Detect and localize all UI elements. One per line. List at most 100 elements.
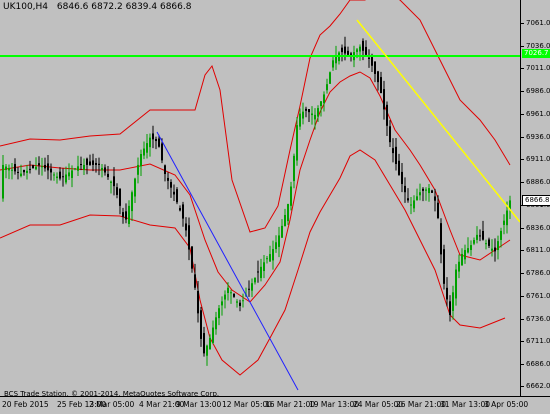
candle-body bbox=[257, 271, 259, 273]
candle-body bbox=[86, 158, 88, 165]
price-tick-label: 6786.0 bbox=[526, 269, 550, 278]
candle-body bbox=[131, 192, 133, 212]
candle-body bbox=[434, 196, 436, 201]
candle-body bbox=[293, 155, 295, 182]
candle-body bbox=[263, 262, 265, 272]
candle-body bbox=[392, 148, 394, 154]
candle-body bbox=[38, 163, 40, 166]
candle-body bbox=[47, 163, 49, 171]
candle-body bbox=[332, 60, 334, 68]
price-tick-label: 7011.0 bbox=[526, 64, 550, 73]
candle-body bbox=[347, 50, 349, 55]
candle-body bbox=[221, 301, 223, 306]
candle-body bbox=[11, 169, 13, 171]
candle-body bbox=[398, 160, 400, 175]
candle-body bbox=[23, 169, 25, 173]
candle-body bbox=[233, 293, 235, 297]
price-tick-label: 6961.0 bbox=[526, 109, 550, 118]
candle-body bbox=[41, 166, 43, 168]
candle-body bbox=[428, 188, 430, 194]
candle-body bbox=[137, 164, 139, 175]
candle-body bbox=[248, 288, 250, 290]
candle-body bbox=[227, 287, 229, 293]
candle-body bbox=[200, 310, 202, 339]
candle-body bbox=[401, 171, 403, 185]
candle-body bbox=[224, 294, 226, 300]
candle-body bbox=[344, 46, 346, 54]
candle-body bbox=[203, 333, 205, 354]
symbol-label: UK100,H4 bbox=[3, 2, 49, 12]
candle-body bbox=[242, 300, 244, 302]
candle-body bbox=[185, 223, 187, 231]
candle-body bbox=[170, 182, 172, 188]
chart-window[interactable]: UK100,H4 6846.6 6872.2 6839.4 6866.8 706… bbox=[0, 0, 550, 414]
candle-body bbox=[8, 168, 10, 171]
candle-body bbox=[5, 166, 7, 170]
candle-body bbox=[290, 186, 292, 206]
candle-body bbox=[314, 114, 316, 120]
candle-body bbox=[350, 53, 352, 55]
candle-body bbox=[302, 111, 304, 119]
price-tick-mark bbox=[521, 273, 524, 275]
candle-body bbox=[395, 146, 397, 165]
candle-body bbox=[134, 178, 136, 197]
candle-body bbox=[146, 143, 148, 153]
time-tick-label: 2 Mar 05:00 bbox=[89, 400, 135, 409]
candle-body bbox=[323, 94, 325, 104]
candle-body bbox=[230, 292, 232, 294]
candle-body bbox=[251, 283, 253, 291]
candle-body bbox=[50, 168, 52, 173]
candle-body bbox=[359, 46, 361, 52]
candle-body bbox=[377, 71, 379, 83]
candle-body bbox=[488, 239, 490, 246]
candle-body bbox=[476, 234, 478, 240]
candle-body bbox=[92, 160, 94, 165]
trendline-blue[interactable] bbox=[156, 131, 299, 391]
candle-body bbox=[416, 196, 418, 201]
candle-body bbox=[380, 77, 382, 94]
price-plot[interactable] bbox=[0, 0, 520, 396]
candle-body bbox=[80, 164, 82, 166]
candle-body bbox=[167, 177, 169, 181]
candle-body bbox=[35, 166, 37, 170]
candle-body bbox=[2, 164, 4, 199]
candle-body bbox=[497, 241, 499, 251]
price-tick-label: 6761.0 bbox=[526, 291, 550, 300]
candle-body bbox=[437, 202, 439, 218]
candle-body bbox=[317, 108, 319, 117]
trendline-yellow[interactable] bbox=[356, 19, 520, 223]
candle-body bbox=[236, 301, 238, 303]
candle-body bbox=[143, 148, 145, 156]
price-tick-label: 6836.0 bbox=[526, 223, 550, 232]
candle-body bbox=[470, 245, 472, 251]
candle-body bbox=[491, 248, 493, 251]
price-axis[interactable]: 7061.0 7036.0 7011.0 6986.0 6961.0 6936.0 6911… bbox=[520, 0, 550, 396]
candle-body bbox=[65, 174, 67, 183]
candle-body bbox=[164, 165, 166, 175]
candle-body bbox=[365, 46, 367, 55]
candle-body bbox=[446, 287, 448, 300]
candle-body bbox=[191, 246, 193, 269]
candle-body bbox=[125, 211, 127, 220]
candle-body bbox=[284, 214, 286, 227]
candle-body bbox=[452, 292, 454, 311]
candle-body bbox=[308, 109, 310, 113]
candle-body bbox=[83, 164, 85, 171]
candle-body bbox=[296, 125, 298, 161]
time-tick-label: 31 Mar 13:00 bbox=[440, 400, 491, 409]
price-tick-mark bbox=[521, 23, 524, 24]
price-tick-label: 6686.0 bbox=[526, 360, 550, 369]
candle-body bbox=[500, 230, 502, 240]
candle-body bbox=[14, 163, 16, 172]
price-tick-mark bbox=[521, 113, 524, 115]
candle-body bbox=[95, 162, 97, 165]
candle-body bbox=[173, 191, 175, 195]
bollinger-lower bbox=[0, 149, 506, 376]
candle-body bbox=[206, 345, 208, 356]
candle-body bbox=[404, 185, 406, 193]
candle-body bbox=[299, 113, 301, 127]
candle-body bbox=[260, 266, 262, 278]
time-axis[interactable]: 20 Feb 2015 25 Feb 13:00 2 Mar 05:00 4 Mar … bbox=[0, 396, 550, 414]
candle-body bbox=[113, 176, 115, 187]
candle-body bbox=[188, 225, 190, 250]
